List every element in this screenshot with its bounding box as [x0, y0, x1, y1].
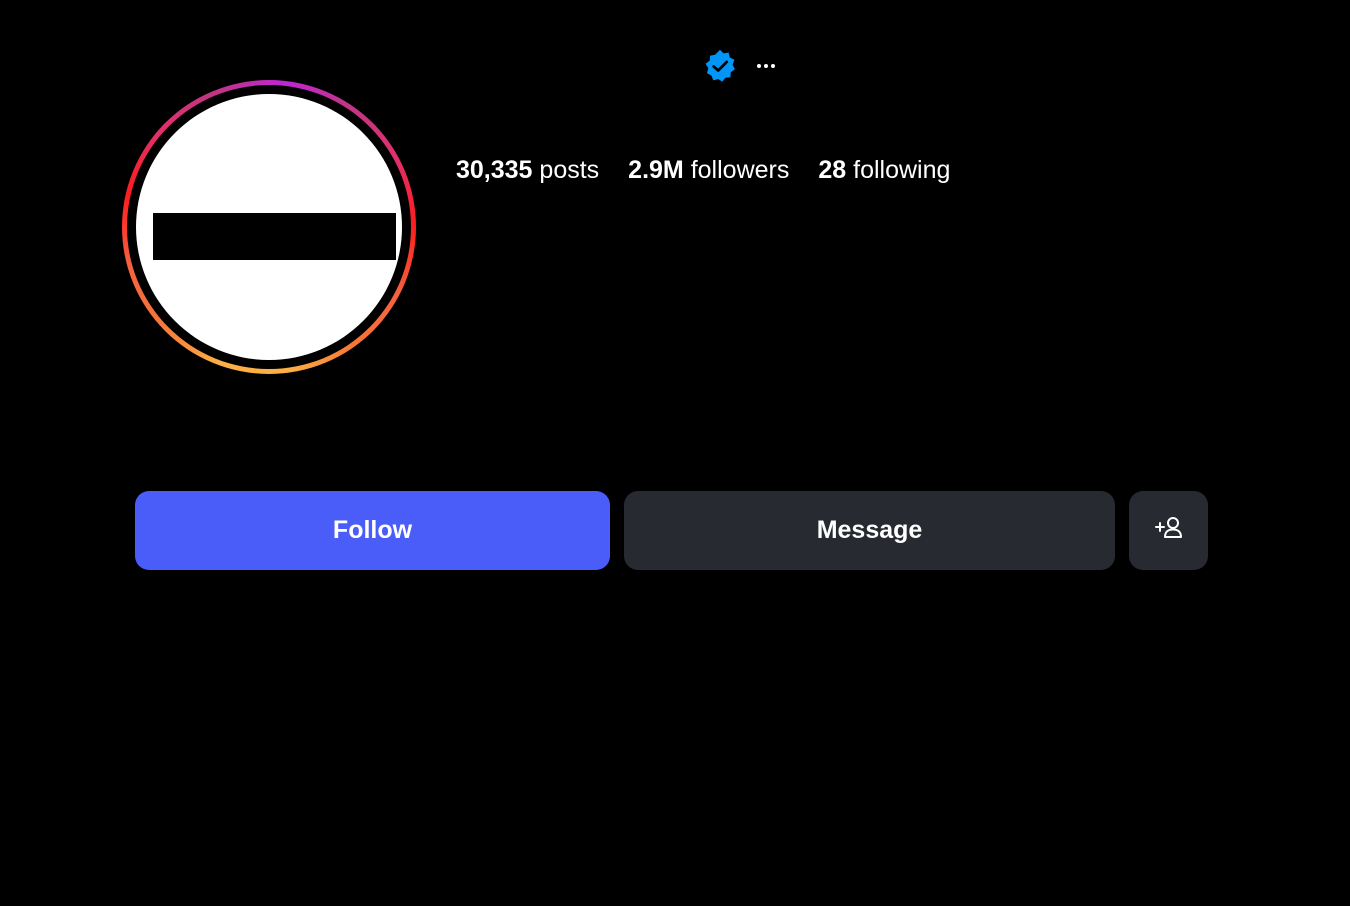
add-user-icon	[1154, 515, 1183, 546]
following-stat[interactable]: 28 following	[818, 156, 950, 185]
followers-label: followers	[683, 156, 790, 184]
avatar[interactable]	[136, 94, 402, 360]
message-button[interactable]: Message	[624, 491, 1115, 570]
story-ring[interactable]	[122, 80, 416, 374]
following-count: 28	[818, 156, 847, 184]
avatar-redaction	[153, 213, 396, 260]
posts-label: posts	[532, 156, 600, 184]
following-label: following	[846, 156, 951, 184]
profile-stats: 30,335 posts 2.9M followers 28 following	[456, 156, 950, 185]
followers-count: 2.9M	[628, 156, 684, 184]
profile-page: 30,335 posts 2.9M followers 28 following…	[0, 0, 1350, 906]
profile-header-row	[700, 46, 778, 86]
avatar-gap	[127, 85, 411, 369]
verified-badge-icon	[700, 46, 740, 86]
posts-stat: 30,335 posts	[456, 156, 599, 185]
suggest-user-button[interactable]	[1129, 491, 1208, 570]
follow-button[interactable]: Follow	[135, 491, 610, 570]
more-options-icon[interactable]	[754, 54, 778, 78]
posts-count: 30,335	[456, 156, 533, 184]
followers-stat[interactable]: 2.9M followers	[628, 156, 789, 185]
